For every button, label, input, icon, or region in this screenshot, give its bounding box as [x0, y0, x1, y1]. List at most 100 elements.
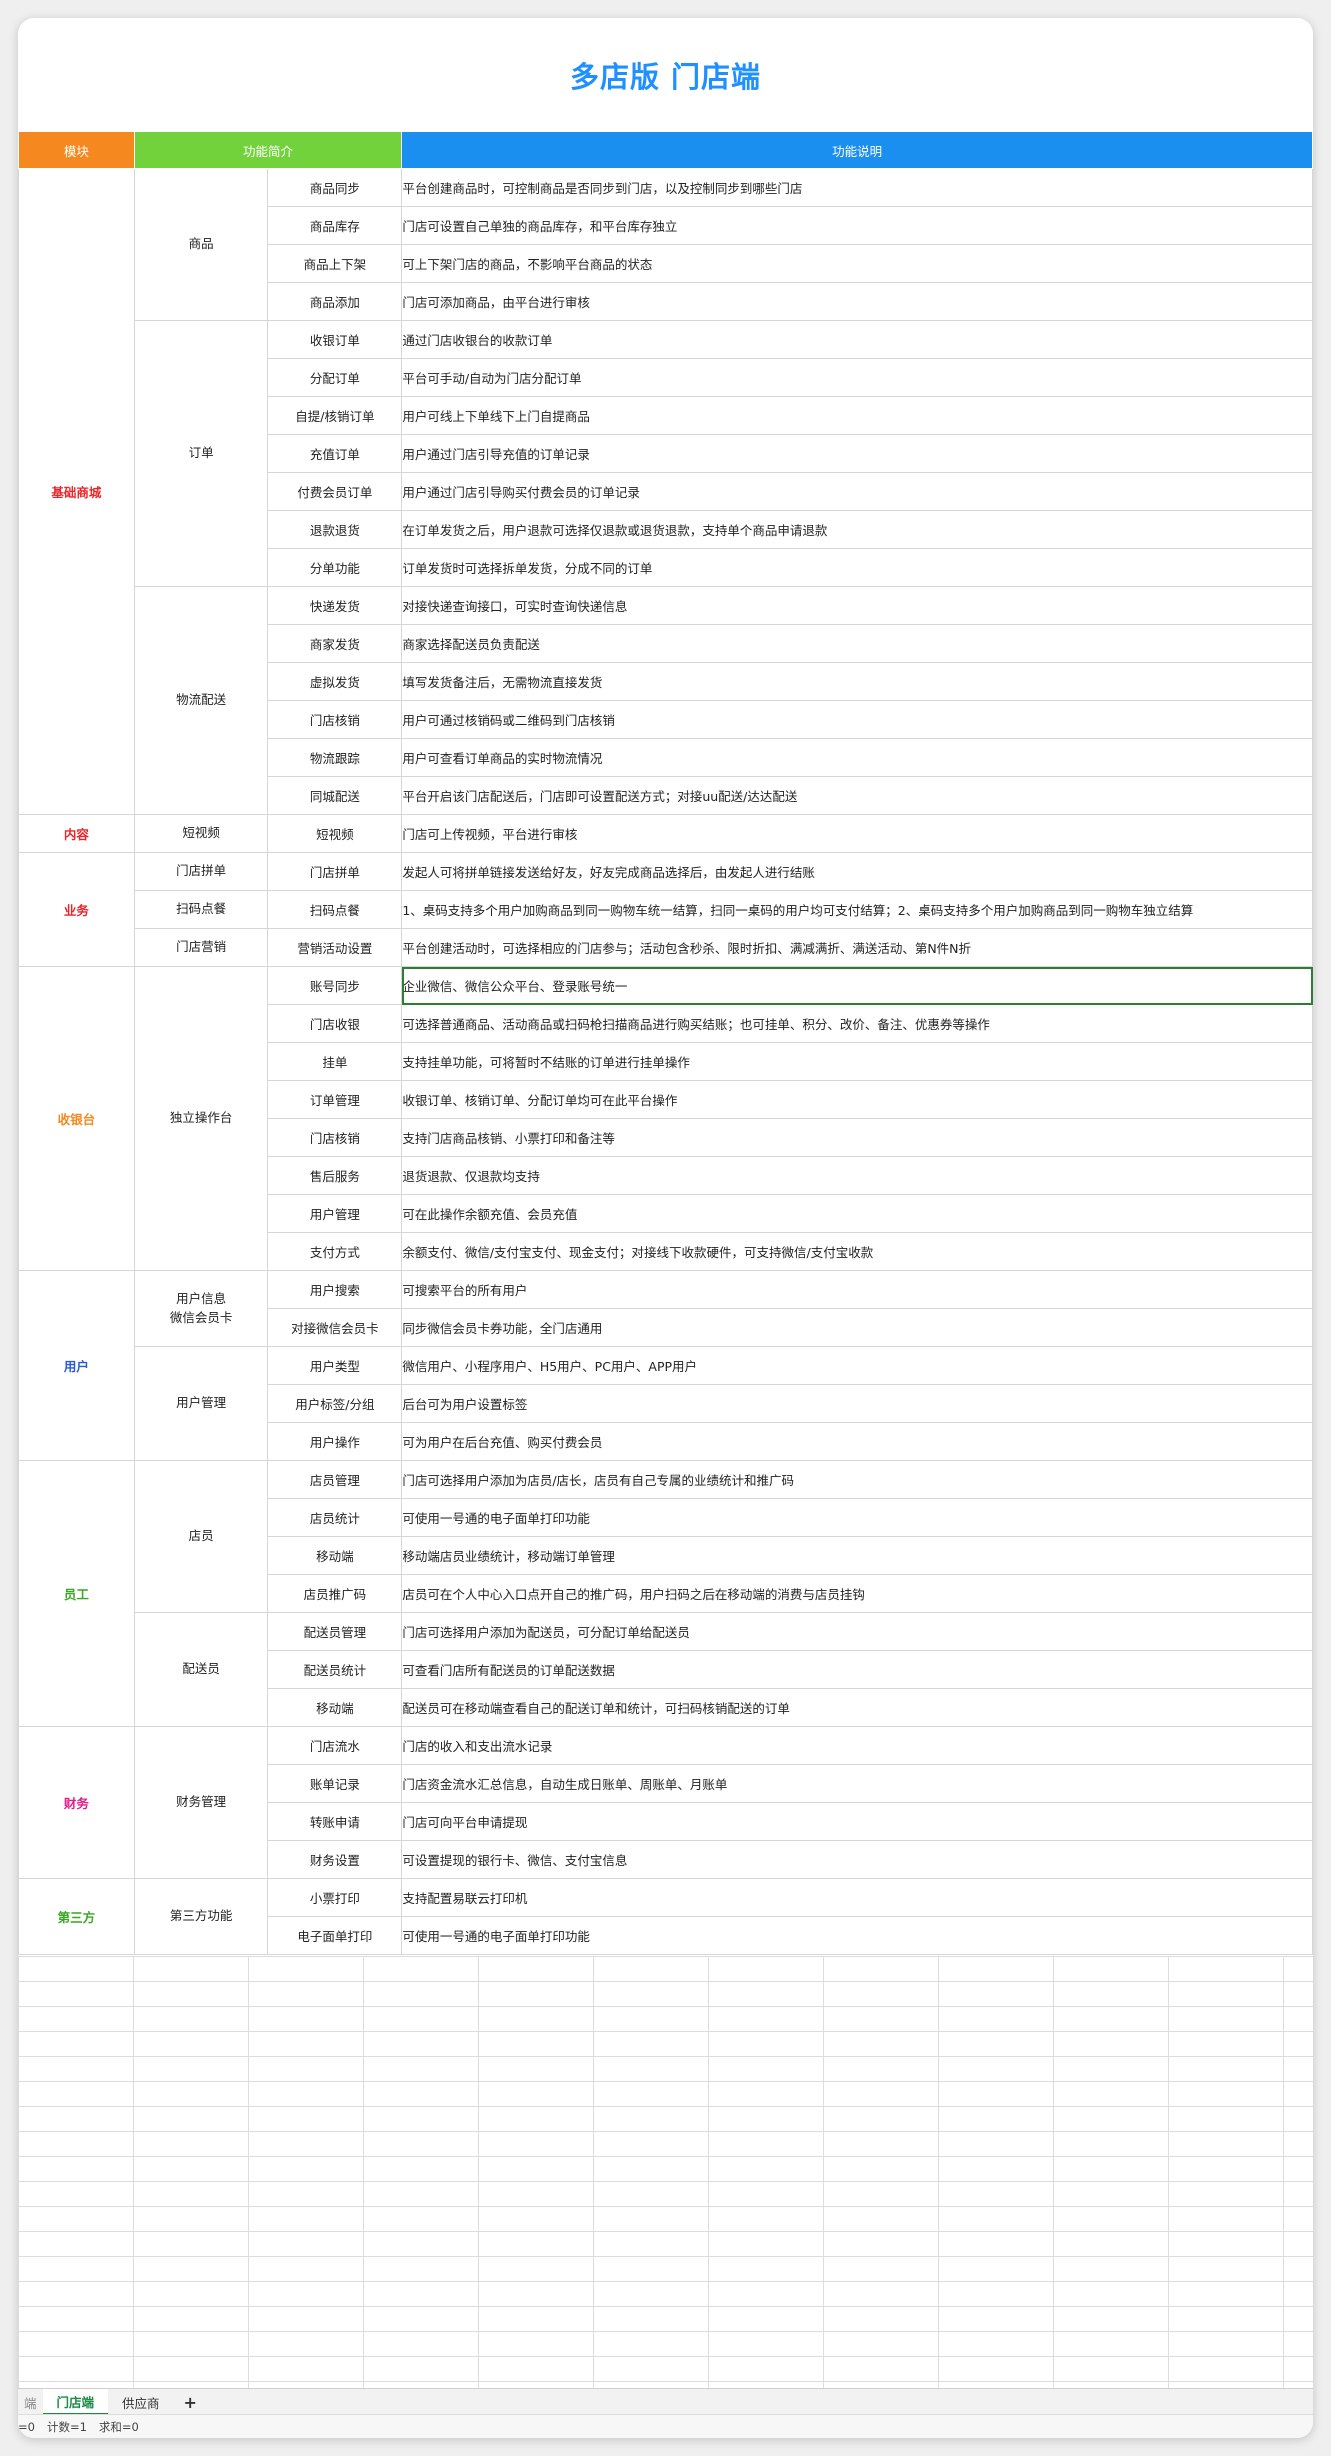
feature-cell[interactable]: 店员管理 — [267, 1460, 403, 1499]
desc-cell[interactable]: 可使用一号通的电子面单打印功能 — [401, 1498, 1313, 1537]
sheet-tab[interactable]: 供应商 — [108, 2389, 174, 2415]
desc-cell[interactable]: 移动端店员业绩统计，移动端订单管理 — [401, 1536, 1313, 1575]
feature-cell[interactable]: 用户类型 — [267, 1346, 403, 1385]
feature-cell[interactable]: 商品库存 — [267, 206, 403, 245]
desc-cell[interactable]: 平台开启该门店配送后，门店即可设置配送方式；对接uu配送/达达配送 — [401, 776, 1313, 815]
module-cell[interactable]: 收银台 — [18, 966, 135, 1271]
feature-cell[interactable]: 门店流水 — [267, 1726, 403, 1765]
desc-cell[interactable]: 可在此操作余额充值、会员充值 — [401, 1194, 1313, 1233]
desc-cell[interactable]: 可选择普通商品、活动商品或扫码枪扫描商品进行购买结账；也可挂单、积分、改价、备注… — [401, 1004, 1313, 1043]
feature-cell[interactable]: 门店收银 — [267, 1004, 403, 1043]
feature-cell[interactable]: 商品同步 — [267, 168, 403, 207]
feature-cell[interactable]: 商品添加 — [267, 282, 403, 321]
feature-cell[interactable]: 同城配送 — [267, 776, 403, 815]
module-cell[interactable]: 业务 — [18, 852, 135, 967]
group-cell[interactable]: 用户信息 微信会员卡 — [133, 1270, 269, 1347]
feature-cell[interactable]: 电子面单打印 — [267, 1916, 403, 1955]
feature-cell[interactable]: 门店核销 — [267, 700, 403, 739]
desc-cell[interactable]: 门店可上传视频，平台进行审核 — [401, 814, 1313, 853]
desc-cell[interactable]: 门店资金流水汇总信息，自动生成日账单、周账单、月账单 — [401, 1764, 1313, 1803]
desc-cell[interactable]: 可上下架门店的商品，不影响平台商品的状态 — [401, 244, 1313, 283]
desc-cell[interactable]: 可使用一号通的电子面单打印功能 — [401, 1916, 1313, 1955]
feature-cell[interactable]: 充值订单 — [267, 434, 403, 473]
feature-cell[interactable]: 门店核销 — [267, 1118, 403, 1157]
desc-cell[interactable]: 可为用户在后台充值、购买付费会员 — [401, 1422, 1313, 1461]
feature-cell[interactable]: 配送员管理 — [267, 1612, 403, 1651]
feature-cell[interactable]: 账单记录 — [267, 1764, 403, 1803]
desc-cell[interactable]: 可查看门店所有配送员的订单配送数据 — [401, 1650, 1313, 1689]
group-cell[interactable]: 订单 — [133, 320, 269, 587]
feature-cell[interactable]: 自提/核销订单 — [267, 396, 403, 435]
feature-cell[interactable]: 支付方式 — [267, 1232, 403, 1271]
desc-cell[interactable]: 平台可手动/自动为门店分配订单 — [401, 358, 1313, 397]
desc-cell[interactable]: 同步微信会员卡券功能，全门店通用 — [401, 1308, 1313, 1347]
feature-cell[interactable]: 配送员统计 — [267, 1650, 403, 1689]
group-cell[interactable]: 物流配送 — [133, 586, 269, 815]
feature-cell[interactable]: 商家发货 — [267, 624, 403, 663]
feature-cell[interactable]: 售后服务 — [267, 1156, 403, 1195]
feature-cell[interactable]: 小票打印 — [267, 1878, 403, 1917]
feature-cell[interactable]: 用户标签/分组 — [267, 1384, 403, 1423]
group-cell[interactable]: 店员 — [133, 1460, 269, 1613]
desc-cell[interactable]: 平台创建活动时，可选择相应的门店参与；活动包含秒杀、限时折扣、满减满折、满送活动… — [401, 928, 1313, 967]
desc-cell[interactable]: 用户可通过核销码或二维码到门店核销 — [401, 700, 1313, 739]
feature-cell[interactable]: 收银订单 — [267, 320, 403, 359]
feature-cell[interactable]: 付费会员订单 — [267, 472, 403, 511]
module-cell[interactable]: 内容 — [18, 814, 135, 853]
desc-cell[interactable]: 可搜索平台的所有用户 — [401, 1270, 1313, 1309]
header-module[interactable]: 模块 — [18, 131, 135, 169]
desc-cell[interactable]: 支持门店商品核销、小票打印和备注等 — [401, 1118, 1313, 1157]
feature-cell[interactable]: 移动端 — [267, 1688, 403, 1727]
feature-cell[interactable]: 短视频 — [267, 814, 403, 853]
feature-cell[interactable]: 退款退货 — [267, 510, 403, 549]
module-cell[interactable]: 基础商城 — [18, 168, 135, 815]
desc-cell[interactable]: 用户可查看订单商品的实时物流情况 — [401, 738, 1313, 777]
desc-cell[interactable]: 后台可为用户设置标签 — [401, 1384, 1313, 1423]
sheet-tab[interactable]: 端 — [18, 2389, 43, 2415]
feature-cell[interactable]: 对接微信会员卡 — [267, 1308, 403, 1347]
desc-cell[interactable]: 退货退款、仅退款均支持 — [401, 1156, 1313, 1195]
desc-cell[interactable]: 在订单发货之后，用户退款可选择仅退款或退货退款，支持单个商品申请退款 — [401, 510, 1313, 549]
module-cell[interactable]: 员工 — [18, 1460, 135, 1727]
desc-cell[interactable]: 用户可线上下单线下上门自提商品 — [401, 396, 1313, 435]
header-desc[interactable]: 功能说明 — [401, 131, 1313, 169]
group-cell[interactable]: 门店拼单 — [133, 852, 269, 891]
feature-cell[interactable]: 营销活动设置 — [267, 928, 403, 967]
feature-cell[interactable]: 商品上下架 — [267, 244, 403, 283]
feature-cell[interactable]: 账号同步 — [267, 966, 403, 1005]
sheet-tab[interactable]: 门店端 — [42, 2389, 109, 2415]
desc-cell[interactable]: 余额支付、微信/支付宝支付、现金支付；对接线下收款硬件，可支持微信/支付宝收款 — [401, 1232, 1313, 1271]
desc-cell[interactable]: 用户通过门店引导购买付费会员的订单记录 — [401, 472, 1313, 511]
group-cell[interactable]: 短视频 — [133, 814, 269, 853]
desc-cell[interactable]: 门店可添加商品，由平台进行审核 — [401, 282, 1313, 321]
desc-cell[interactable]: 可设置提现的银行卡、微信、支付宝信息 — [401, 1840, 1313, 1879]
selected-desc-cell[interactable]: 企业微信、微信公众平台、登录账号统一 — [401, 966, 1313, 1005]
desc-cell[interactable]: 填写发货备注后，无需物流直接发货 — [401, 662, 1313, 701]
desc-cell[interactable]: 对接快递查询接口，可实时查询快递信息 — [401, 586, 1313, 625]
desc-cell[interactable]: 发起人可将拼单链接发送给好友，好友完成商品选择后，由发起人进行结账 — [401, 852, 1313, 891]
desc-cell[interactable]: 支持配置易联云打印机 — [401, 1878, 1313, 1917]
group-cell[interactable]: 独立操作台 — [133, 966, 269, 1271]
feature-cell[interactable]: 虚拟发货 — [267, 662, 403, 701]
desc-cell[interactable]: 配送员可在移动端查看自己的配送订单和统计，可扫码核销配送的订单 — [401, 1688, 1313, 1727]
feature-cell[interactable]: 分单功能 — [267, 548, 403, 587]
desc-cell[interactable]: 门店可向平台申请提现 — [401, 1802, 1313, 1841]
add-sheet-button[interactable]: + — [174, 2389, 207, 2415]
desc-cell[interactable]: 门店的收入和支出流水记录 — [401, 1726, 1313, 1765]
feature-cell[interactable]: 物流跟踪 — [267, 738, 403, 777]
group-cell[interactable]: 第三方功能 — [133, 1878, 269, 1955]
feature-cell[interactable]: 分配订单 — [267, 358, 403, 397]
desc-cell[interactable]: 平台创建商品时，可控制商品是否同步到门店，以及控制同步到哪些门店 — [401, 168, 1313, 207]
desc-cell[interactable]: 收银订单、核销订单、分配订单均可在此平台操作 — [401, 1080, 1313, 1119]
feature-cell[interactable]: 订单管理 — [267, 1080, 403, 1119]
desc-cell[interactable]: 通过门店收银台的收款订单 — [401, 320, 1313, 359]
feature-cell[interactable]: 财务设置 — [267, 1840, 403, 1879]
desc-cell[interactable]: 门店可设置自己单独的商品库存，和平台库存独立 — [401, 206, 1313, 245]
module-cell[interactable]: 第三方 — [18, 1878, 135, 1955]
feature-cell[interactable]: 转账申请 — [267, 1802, 403, 1841]
desc-cell[interactable]: 门店可选择用户添加为店员/店长，店员有自己专属的业绩统计和推广码 — [401, 1460, 1313, 1499]
desc-cell[interactable]: 商家选择配送员负责配送 — [401, 624, 1313, 663]
desc-cell[interactable]: 订单发货时可选择拆单发货，分成不同的订单 — [401, 548, 1313, 587]
feature-cell[interactable]: 移动端 — [267, 1536, 403, 1575]
group-cell[interactable]: 用户管理 — [133, 1346, 269, 1461]
